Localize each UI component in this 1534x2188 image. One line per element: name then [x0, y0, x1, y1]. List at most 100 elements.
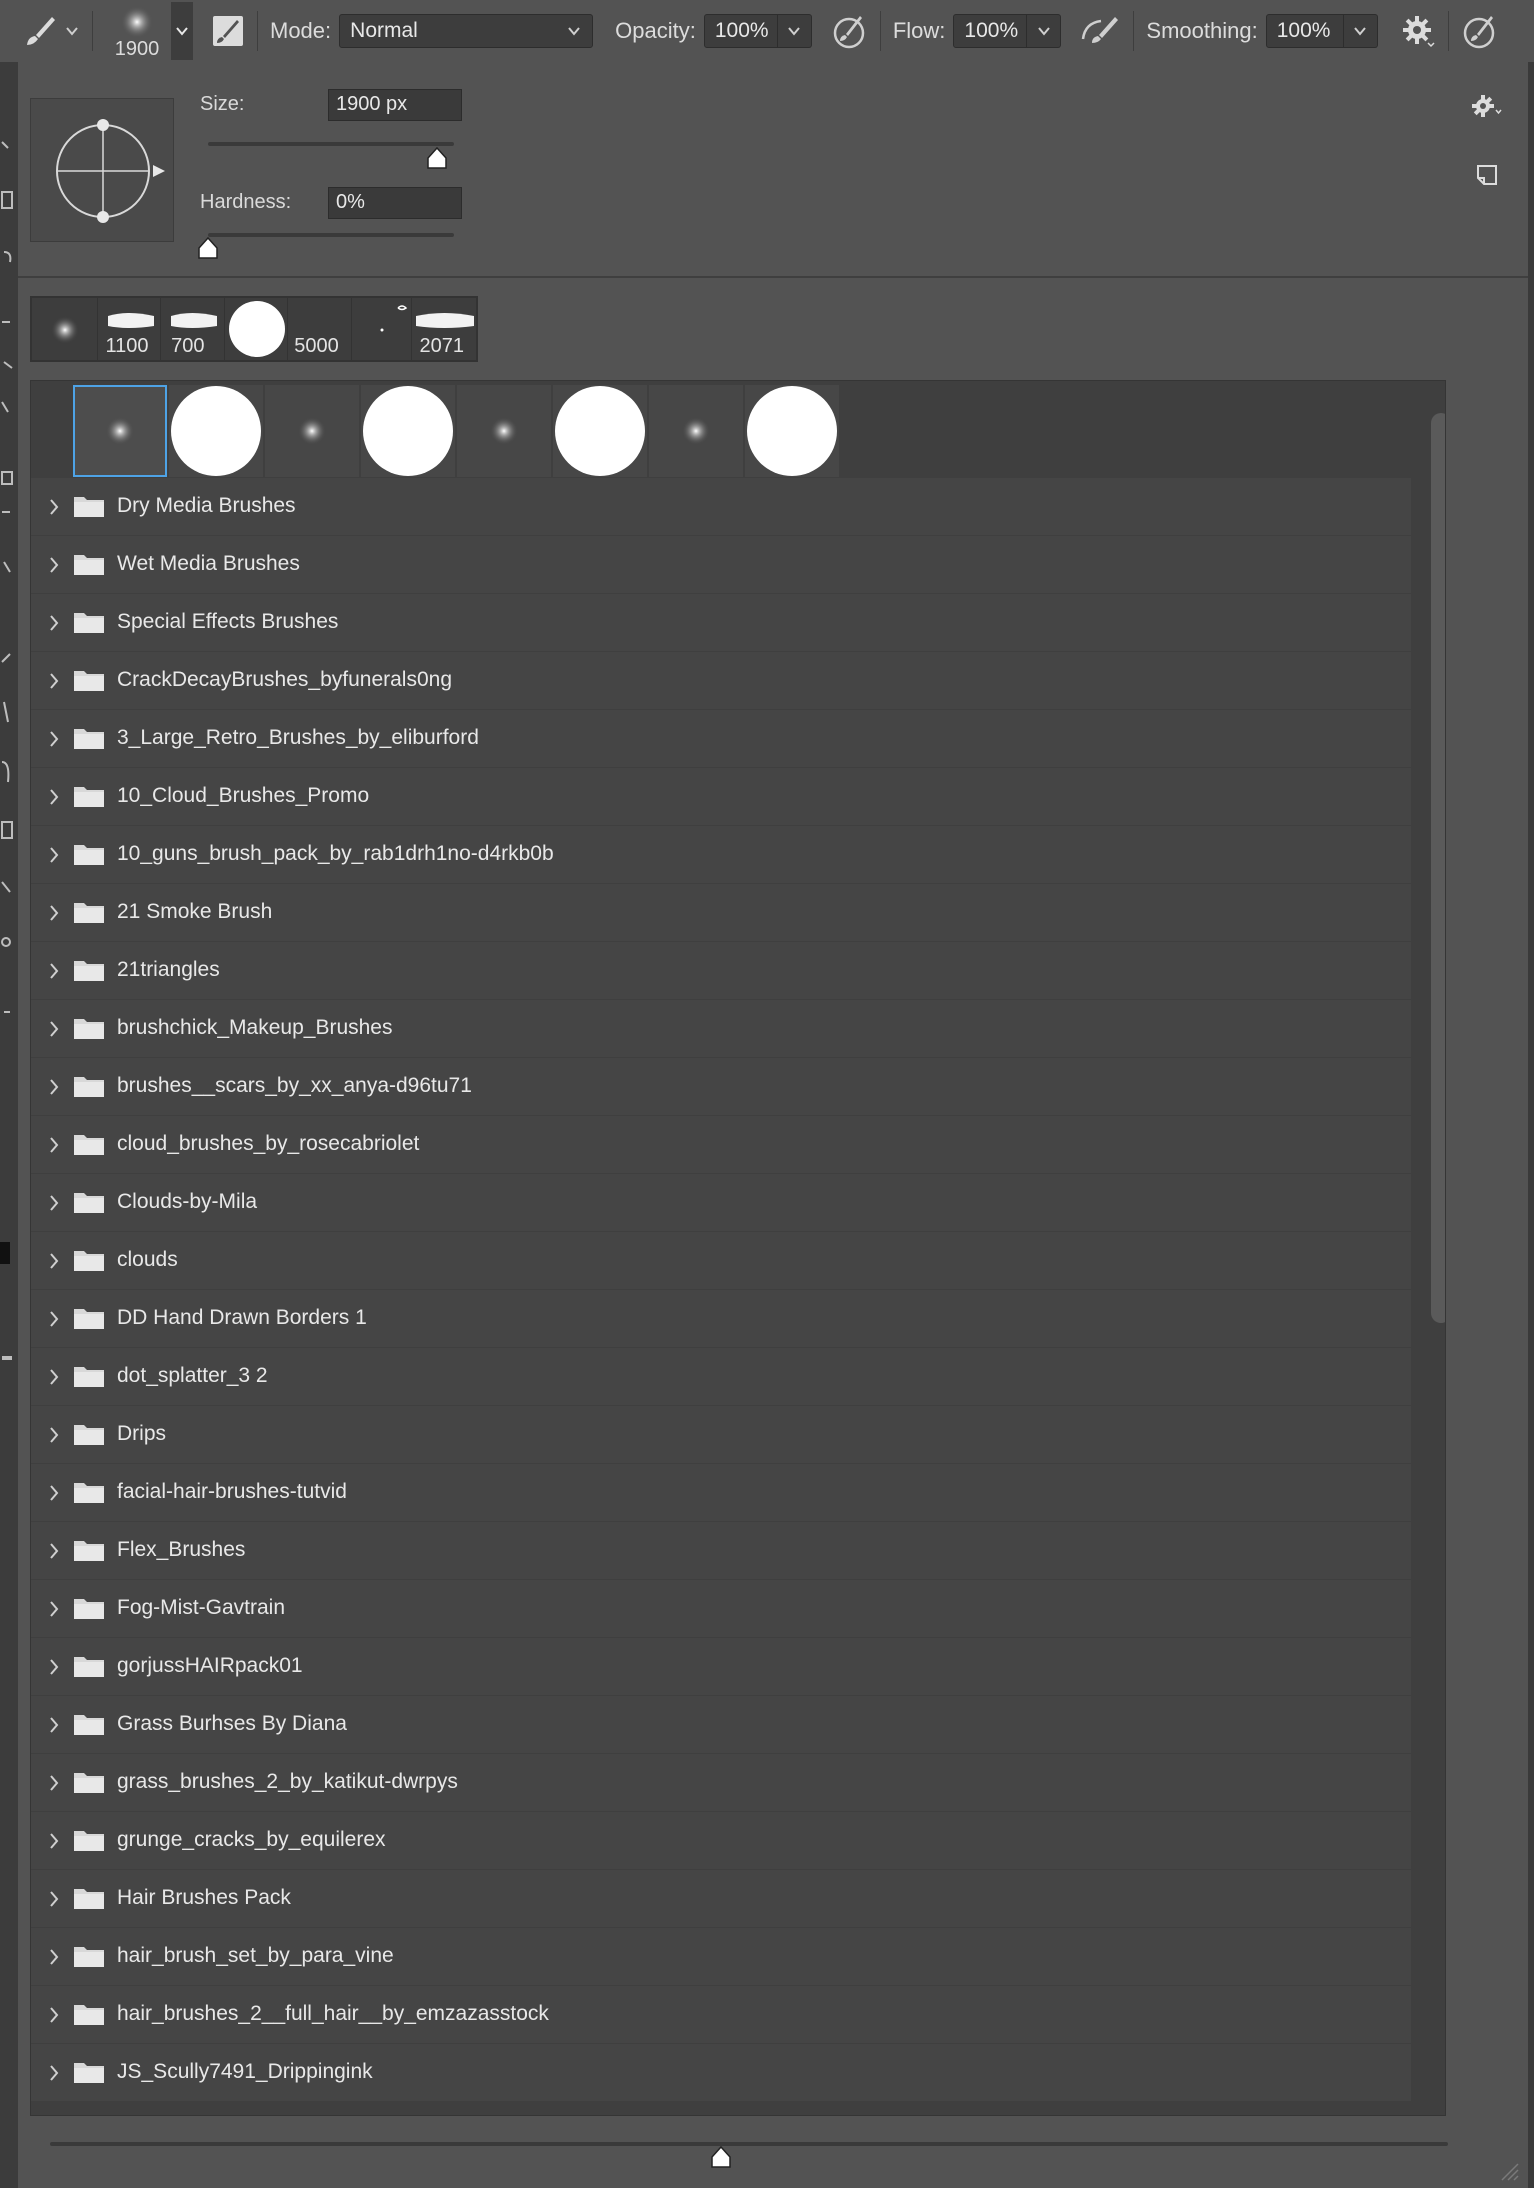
brush-folder-row[interactable]: Flex_Brushes: [31, 1522, 1411, 1579]
opacity-input[interactable]: 100%: [703, 14, 778, 48]
chevron-right-icon[interactable]: [47, 2063, 61, 2083]
brush-folder-row[interactable]: 10_Cloud_Brushes_Promo: [31, 768, 1411, 825]
brush-thumbnail[interactable]: [745, 385, 839, 477]
brush-folder-row[interactable]: CrackDecayBrushes_byfunerals0ng: [31, 652, 1411, 709]
brush-folder-row[interactable]: 21 Smoke Brush: [31, 884, 1411, 941]
panel-gear-icon[interactable]: [1470, 92, 1504, 127]
brush-folder-row[interactable]: brushchick_Makeup_Brushes: [31, 1000, 1411, 1057]
size-slider-thumb[interactable]: [424, 146, 450, 170]
airbrush-icon[interactable]: [1079, 13, 1121, 49]
thumbnail-size-slider[interactable]: [50, 2142, 1448, 2146]
smoothing-dropdown[interactable]: [1343, 14, 1378, 48]
resize-grip-icon[interactable]: [1494, 2156, 1520, 2182]
hardness-slider-thumb[interactable]: [195, 236, 221, 260]
chevron-right-icon[interactable]: [47, 671, 61, 691]
new-preset-icon[interactable]: [1474, 162, 1500, 193]
chevron-right-icon[interactable]: [47, 1947, 61, 1967]
recent-brush-item[interactable]: 2071: [412, 298, 477, 360]
brush-folder-row[interactable]: Clouds-by-Mila: [31, 1174, 1411, 1231]
chevron-right-icon[interactable]: [47, 1135, 61, 1155]
chevron-right-icon[interactable]: [47, 961, 61, 981]
brush-folder-row[interactable]: hair_brush_set_by_para_vine: [31, 1928, 1411, 1985]
brush-thumbnail[interactable]: [361, 385, 455, 477]
chevron-right-icon[interactable]: [47, 1657, 61, 1677]
flow-dropdown[interactable]: [1027, 14, 1062, 48]
brush-thumbnail[interactable]: [73, 385, 167, 477]
vertical-scrollbar-thumb[interactable]: [1431, 413, 1445, 1323]
pressure-opacity-icon[interactable]: [830, 12, 868, 50]
mode-select[interactable]: Normal: [339, 14, 594, 48]
chevron-right-icon[interactable]: [47, 555, 61, 575]
brush-folder-row[interactable]: grunge_cracks_by_equilerex: [31, 1812, 1411, 1869]
brush-folder-row[interactable]: JS_Scully7491_Drippingink: [31, 2044, 1411, 2101]
brush-folder-row[interactable]: 3_Large_Retro_Brushes_by_eliburford: [31, 710, 1411, 767]
chevron-right-icon[interactable]: [47, 1715, 61, 1735]
brush-folder-row[interactable]: 10_guns_brush_pack_by_rab1drh1no-d4rkb0b: [31, 826, 1411, 883]
brush-preset-dropdown[interactable]: [171, 2, 193, 60]
opacity-dropdown[interactable]: [777, 14, 812, 48]
brush-tip-preview[interactable]: [30, 98, 174, 242]
chevron-right-icon[interactable]: [47, 787, 61, 807]
brush-folder-row[interactable]: Hair Brushes Pack: [31, 1870, 1411, 1927]
recent-brush-item[interactable]: 1100: [98, 298, 162, 360]
chevron-right-icon[interactable]: [47, 497, 61, 517]
brush-folder-row[interactable]: cloud_brushes_by_rosecabriolet: [31, 1116, 1411, 1173]
brush-folder-row[interactable]: gorjussHAIRpack01: [31, 1638, 1411, 1695]
chevron-right-icon[interactable]: [47, 1309, 61, 1329]
brush-preset-picker[interactable]: 1900: [105, 2, 169, 60]
recent-brush-item[interactable]: 5000: [288, 298, 352, 360]
brush-thumbnail[interactable]: [649, 385, 743, 477]
brush-folder-row[interactable]: DD Hand Drawn Borders 1: [31, 1290, 1411, 1347]
chevron-right-icon[interactable]: [47, 845, 61, 865]
brush-folder-row[interactable]: dot_splatter_3 2: [31, 1348, 1411, 1405]
chevron-right-icon[interactable]: [47, 1077, 61, 1097]
hardness-slider[interactable]: [208, 233, 454, 237]
thumbnail-size-slider-thumb[interactable]: [708, 2145, 734, 2169]
brush-settings-panel-icon[interactable]: [211, 14, 245, 48]
brush-thumbnail[interactable]: [553, 385, 647, 477]
brush-folder-row[interactable]: Drips: [31, 1406, 1411, 1463]
chevron-right-icon[interactable]: [47, 1773, 61, 1793]
brush-folder-row[interactable]: Grass Burhses By Diana: [31, 1696, 1411, 1753]
brush-folder-row[interactable]: brushes__scars_by_xx_anya-d96tu71: [31, 1058, 1411, 1115]
recent-brush-item[interactable]: [225, 298, 289, 360]
chevron-right-icon[interactable]: [47, 1251, 61, 1271]
brush-folder-row[interactable]: grass_brushes_2_by_katikut-dwrpys: [31, 1754, 1411, 1811]
recent-brush-item[interactable]: [32, 298, 98, 360]
gear-icon[interactable]: [1400, 13, 1436, 49]
brush-folder-row[interactable]: hair_brushes_2__full_hair__by_emzazassto…: [31, 1986, 1411, 2043]
recent-brush-item[interactable]: 700: [161, 298, 225, 360]
chevron-right-icon[interactable]: [47, 1483, 61, 1503]
hardness-input[interactable]: 0%: [328, 187, 462, 219]
brush-thumbnail[interactable]: [265, 385, 359, 477]
brush-folder-row[interactable]: Dry Media Brushes: [31, 478, 1411, 535]
brush-tool-icon[interactable]: [22, 13, 58, 49]
brush-thumbnail[interactable]: [169, 385, 263, 477]
chevron-right-icon[interactable]: [47, 1425, 61, 1445]
chevron-right-icon[interactable]: [47, 1541, 61, 1561]
smoothing-input[interactable]: 100%: [1265, 14, 1344, 48]
pressure-size-icon[interactable]: [1461, 12, 1499, 50]
brush-folder-row[interactable]: clouds: [31, 1232, 1411, 1289]
brush-folder-row[interactable]: Wet Media Brushes: [31, 536, 1411, 593]
size-slider[interactable]: [208, 142, 454, 146]
chevron-down-icon[interactable]: [64, 23, 80, 39]
chevron-right-icon[interactable]: [47, 1193, 61, 1213]
flow-input[interactable]: 100%: [953, 14, 1028, 48]
brush-thumbnail[interactable]: [457, 385, 551, 477]
chevron-right-icon[interactable]: [47, 903, 61, 923]
size-input[interactable]: 1900 px: [328, 89, 462, 121]
chevron-right-icon[interactable]: [47, 1831, 61, 1851]
brush-folder-row[interactable]: Fog-Mist-Gavtrain: [31, 1580, 1411, 1637]
chevron-right-icon[interactable]: [47, 613, 61, 633]
chevron-right-icon[interactable]: [47, 1889, 61, 1909]
chevron-right-icon[interactable]: [47, 1019, 61, 1039]
brush-folder-row[interactable]: 21triangles: [31, 942, 1411, 999]
brush-folder-row[interactable]: Special Effects Brushes: [31, 594, 1411, 651]
recent-brush-item[interactable]: [352, 298, 412, 360]
chevron-right-icon[interactable]: [47, 2005, 61, 2025]
brush-folder-row[interactable]: facial-hair-brushes-tutvid: [31, 1464, 1411, 1521]
chevron-right-icon[interactable]: [47, 729, 61, 749]
chevron-right-icon[interactable]: [47, 1599, 61, 1619]
chevron-right-icon[interactable]: [47, 1367, 61, 1387]
